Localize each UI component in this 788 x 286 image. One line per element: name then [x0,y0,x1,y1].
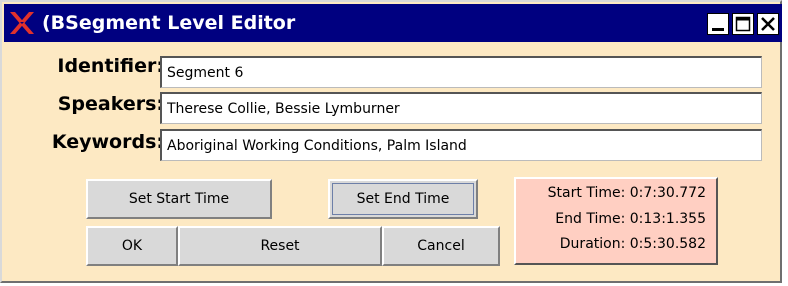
reset-button[interactable]: Reset [178,226,382,266]
keywords-label: Keywords: [51,131,164,153]
minimize-icon [712,28,724,31]
close-icon [761,17,775,31]
window-title: (BSegment Level Editor [42,12,296,34]
title-bar[interactable]: (BSegment Level Editor [4,4,782,42]
cancel-button[interactable]: Cancel [382,226,500,266]
keywords-field[interactable] [160,129,762,161]
speakers-field[interactable] [160,92,762,124]
start-time-readout: Start Time: 0:7:30.772 [547,185,706,201]
x-logo-icon [10,12,34,34]
close-button[interactable] [757,13,779,35]
speakers-label: Speakers: [57,93,164,115]
identifier-field[interactable] [160,56,762,88]
duration-readout: Duration: 0:5:30.582 [559,236,706,252]
ok-button[interactable]: OK [86,226,178,266]
time-info-panel: Start Time: 0:7:30.772 End Time: 0:13:1.… [514,177,718,265]
set-start-time-button[interactable]: Set Start Time [86,179,272,219]
segment-editor-window: (BSegment Level Editor Identifier: Speak… [0,0,782,283]
identifier-label: Identifier: [57,55,164,77]
maximize-button[interactable] [732,13,754,35]
minimize-button[interactable] [707,13,729,35]
set-end-time-button[interactable]: Set End Time [328,179,478,219]
end-time-readout: End Time: 0:13:1.355 [555,211,706,227]
maximize-icon [735,16,751,32]
